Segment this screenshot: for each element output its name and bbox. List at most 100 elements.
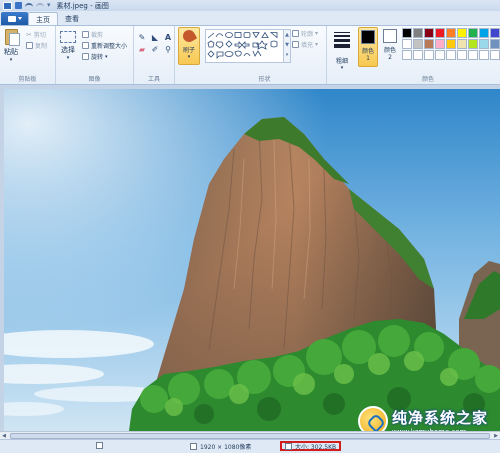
palette-color-swatch[interactable] [457,50,467,60]
ribbon-tabs: 主页 查看 [0,11,500,25]
customize-toolbar-icon[interactable]: ▾ [47,2,51,9]
palette-color-swatch[interactable] [435,50,445,60]
scroll-thumb[interactable] [10,432,490,439]
scroll-track[interactable] [8,432,492,439]
select-button[interactable]: 选择 ▾ [60,31,76,61]
palette-color-swatch[interactable] [468,39,478,49]
palette-color-swatch[interactable] [402,50,412,60]
palette-color-swatch[interactable] [479,50,489,60]
color-picker-icon[interactable]: ✐ [150,45,160,54]
line-thick-icon [334,39,350,42]
line-size-button[interactable]: 粗细 ▾ [332,27,352,81]
colors-group-label: 颜色 [421,76,434,83]
resize-label: 重新调整大小 [91,43,128,50]
eraser-icon[interactable]: ▰ [137,45,147,54]
rotate-button[interactable]: 旋转 ▾ [82,52,108,61]
select-icon [60,31,76,43]
palette-color-swatch[interactable] [490,39,500,49]
rotate-label: 旋转 [91,54,104,61]
scroll-right-icon[interactable]: ▶ [492,432,500,439]
redo-icon[interactable] [36,2,44,9]
copy-button[interactable]: 复制 [26,41,47,50]
resize-button[interactable]: 重新调整大小 [82,41,127,50]
shape-outline-button[interactable]: 轮廓 ▾ [292,29,318,38]
image-canvas[interactable] [4,89,500,431]
palette-color-swatch[interactable] [424,50,434,60]
cursor-position-icon [96,442,103,449]
rotate-icon [82,53,89,60]
palette-color-swatch[interactable] [457,39,467,49]
undo-icon[interactable] [25,2,33,9]
pencil-icon[interactable]: ✎ [137,33,147,42]
shapes-scroll[interactable]: ▲ ▼ ▾ [283,30,290,62]
clipboard-group: 粘贴 ▾ ✂ 剪切 复制 剪贴板 [0,26,56,84]
palette-color-swatch[interactable] [446,28,456,38]
palette-color-swatch[interactable] [479,28,489,38]
palette-color-swatch[interactable] [413,39,423,49]
palette-color-swatch[interactable] [435,39,445,49]
tools-group-label: 工具 [147,76,160,83]
palette-color-swatch[interactable] [490,28,500,38]
cut-button[interactable]: ✂ 剪切 [26,30,46,40]
palette-color-swatch[interactable] [457,28,467,38]
fill-icon[interactable]: ◣ [150,33,160,42]
palette-color-swatch[interactable] [468,50,478,60]
clipboard-group-label: 剪贴板 [18,76,37,83]
palette-color-swatch[interactable] [402,39,412,49]
ribbon: 粘贴 ▾ ✂ 剪切 复制 剪贴板 选择 ▾ 裁剪 重新调整大小 旋转 ▾ 图像 … [0,25,500,85]
tab-view[interactable]: 查看 [58,12,86,25]
app-menu-icon[interactable] [3,1,12,10]
crop-icon [82,31,89,38]
cursor-position-segment [96,442,103,449]
color2-swatch [383,29,397,43]
chevron-down-icon: ▾ [187,54,191,60]
file-size-segment: 大小: 302.5KB [280,441,342,451]
mountain-photo [4,89,500,431]
shapes-gallery[interactable]: ▲ ▼ ▾ [205,29,291,63]
window-title: 素材.jpeg - 画图 [56,1,109,10]
tools-group: ✎ ◣ A ▰ ✐ ⚲ 工具 [134,26,175,84]
color1-label: 颜色 1 [361,48,374,62]
canvas-area [0,85,500,431]
shapes-group-label: 形状 [258,76,271,83]
shape-fill-button[interactable]: 填充 ▾ [292,40,318,49]
palette-color-swatch[interactable] [435,28,445,38]
select-label: 选择 [61,46,75,54]
palette-color-swatch[interactable] [413,28,423,38]
watermark-title: 纯净系统之家 [392,408,489,427]
palette-color-swatch[interactable] [424,28,434,38]
horizontal-scrollbar[interactable]: ◀ ▶ [0,431,500,439]
file-menu-button[interactable] [1,12,28,25]
line-medium-icon [334,35,350,37]
palette-color-swatch[interactable] [424,39,434,49]
image-group-label: 图像 [88,76,101,83]
quick-access-toolbar: ▾ [0,1,51,10]
save-icon[interactable] [15,2,22,9]
paste-button[interactable]: 粘贴 ▾ [4,29,20,63]
brushes-button[interactable]: 刷子 ▾ [178,27,200,65]
line-thin-icon [334,32,350,33]
tab-home[interactable]: 主页 [28,12,58,25]
color2-label: 颜色 2 [383,47,396,61]
color1-button[interactable]: 颜色 1 [358,27,378,67]
shapes-gallery-icons [207,31,278,59]
palette-color-swatch[interactable] [402,28,412,38]
file-menu-icon [7,15,16,22]
file-size: 大小: 302.5KB [295,443,337,451]
palette-color-swatch[interactable] [468,28,478,38]
outline-label: 轮廓 [301,31,314,38]
cut-label: 剪切 [33,32,46,39]
palette-color-swatch[interactable] [446,39,456,49]
color2-button[interactable]: 颜色 2 [380,27,400,67]
text-icon[interactable]: A [163,33,173,42]
palette-color-swatch[interactable] [446,50,456,60]
crop-button[interactable]: 裁剪 [82,30,103,39]
palette-color-swatch[interactable] [413,50,423,60]
magnifier-icon[interactable]: ⚲ [163,45,173,54]
palette-color-swatch[interactable] [479,39,489,49]
image-group: 选择 ▾ 裁剪 重新调整大小 旋转 ▾ 图像 [56,26,134,84]
palette-color-swatch[interactable] [490,50,500,60]
image-dimensions: 1920 × 1080像素 [200,444,252,451]
scroll-left-icon[interactable]: ◀ [0,432,8,439]
brushes-label: 刷子 [182,47,195,54]
